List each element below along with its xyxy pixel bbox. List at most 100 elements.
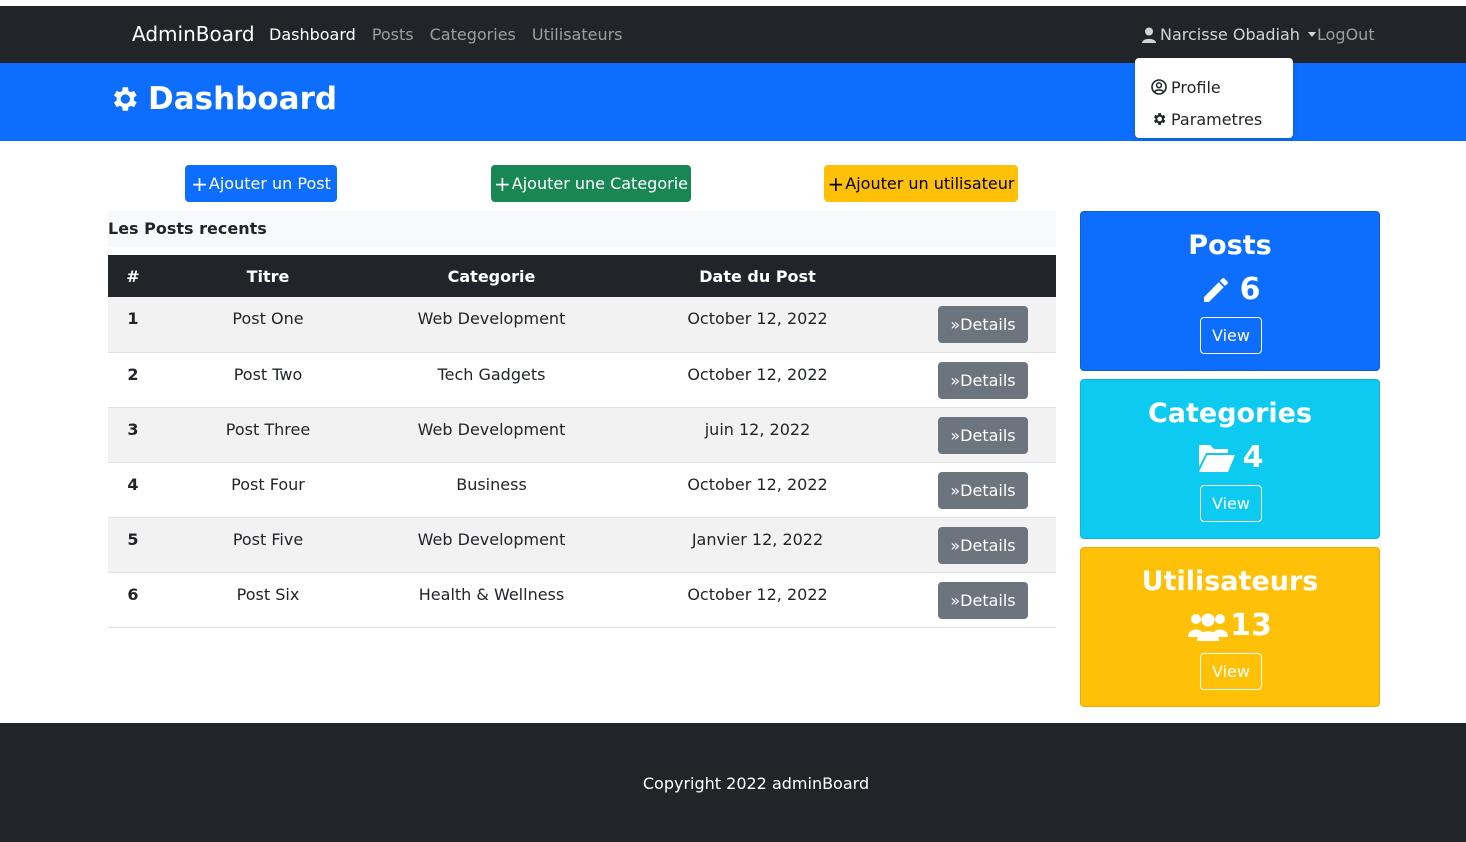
footer-copyright: Copyright 2022 adminBoard bbox=[642, 774, 870, 793]
recent-posts-table: # Titre Categorie Date du Post 1 Post On… bbox=[108, 255, 1056, 628]
add-post-button[interactable]: + Ajouter un Post bbox=[185, 165, 337, 202]
row-category: Web Development bbox=[378, 407, 605, 463]
row-category: Business bbox=[378, 462, 605, 518]
table-row: 6 Post Six Health & Wellness October 12,… bbox=[108, 572, 1056, 628]
dropdown-item-label: Profile bbox=[1171, 77, 1221, 97]
posts-view-button[interactable]: View bbox=[1200, 317, 1262, 354]
details-label: Details bbox=[960, 480, 1016, 500]
row-title: Post Two bbox=[158, 352, 378, 408]
plus-icon: + bbox=[827, 171, 845, 196]
row-date: Janvier 12, 2022 bbox=[605, 517, 910, 573]
double-chevron-right-icon: » bbox=[950, 535, 961, 555]
logout-link[interactable]: LogOut bbox=[1317, 25, 1375, 44]
users-icon bbox=[1188, 613, 1229, 641]
details-label: Details bbox=[960, 315, 1016, 334]
user-dropdown-menu: Profile Parametres bbox=[1135, 58, 1293, 138]
navbar: AdminBoard Dashboard Posts Categories Ut… bbox=[0, 6, 1466, 63]
posts-card-stat: 6 bbox=[1081, 272, 1379, 307]
details-button[interactable]: » Details bbox=[938, 526, 1028, 564]
posts-card: Posts 6 View bbox=[1080, 211, 1380, 371]
posts-count: 6 bbox=[1239, 272, 1261, 307]
row-num: 2 bbox=[108, 352, 158, 408]
table-header-row: # Titre Categorie Date du Post bbox=[108, 255, 1056, 297]
recent-posts-heading: Les Posts recents bbox=[108, 211, 1056, 247]
recent-posts-title: Les Posts recents bbox=[108, 219, 267, 238]
nav-link-dashboard[interactable]: Dashboard bbox=[269, 25, 356, 44]
row-actions: » Details bbox=[910, 462, 1056, 518]
double-chevron-right-icon: » bbox=[950, 590, 961, 610]
row-title: Post One bbox=[158, 297, 378, 353]
row-num: 1 bbox=[108, 297, 158, 353]
details-button[interactable]: » Details bbox=[938, 581, 1028, 619]
row-actions: » Details bbox=[910, 297, 1056, 353]
add-user-label: Ajouter un utilisateur bbox=[845, 174, 1015, 193]
row-category: Web Development bbox=[378, 297, 605, 353]
table-row: 1 Post One Web Development October 12, 2… bbox=[108, 297, 1056, 353]
row-category: Health & Wellness bbox=[378, 572, 605, 628]
row-title: Post Four bbox=[158, 462, 378, 518]
row-date: juin 12, 2022 bbox=[605, 407, 910, 463]
categories-view-button[interactable]: View bbox=[1200, 485, 1262, 522]
table-row: 5 Post Five Web Development Janvier 12, … bbox=[108, 517, 1056, 573]
details-label: Details bbox=[960, 590, 1016, 610]
users-card-stat: 13 bbox=[1081, 608, 1379, 643]
row-actions: » Details bbox=[910, 572, 1056, 628]
row-date: October 12, 2022 bbox=[605, 462, 910, 518]
pencil-icon bbox=[1203, 277, 1228, 302]
dropdown-item-profile[interactable]: Profile bbox=[1135, 71, 1293, 103]
plus-icon: + bbox=[494, 171, 511, 196]
gear-icon bbox=[1154, 113, 1166, 125]
col-header-titre: Titre bbox=[158, 255, 378, 297]
users-card-title: Utilisateurs bbox=[1141, 566, 1319, 597]
row-title: Post Three bbox=[158, 407, 378, 463]
row-title: Post Six bbox=[158, 572, 378, 628]
col-header-categorie: Categorie bbox=[378, 255, 605, 297]
nav-link-posts[interactable]: Posts bbox=[372, 25, 414, 44]
details-button[interactable]: » Details bbox=[938, 416, 1028, 454]
details-label: Details bbox=[960, 370, 1016, 390]
add-category-button[interactable]: + Ajouter une Categorie bbox=[491, 165, 691, 202]
footer: Copyright 2022 adminBoard bbox=[0, 723, 1466, 842]
table-row: 2 Post Two Tech Gadgets October 12, 2022… bbox=[108, 352, 1056, 408]
users-card: Utilisateurs 13 View bbox=[1080, 547, 1380, 707]
nav-link-categories[interactable]: Categories bbox=[430, 25, 516, 44]
row-actions: » Details bbox=[910, 407, 1056, 463]
row-category: Tech Gadgets bbox=[378, 352, 605, 408]
row-num: 5 bbox=[108, 517, 158, 573]
details-button[interactable]: » Details bbox=[938, 471, 1028, 509]
categories-card-title: Categories bbox=[1147, 398, 1313, 429]
page-title: Dashboard bbox=[108, 81, 337, 117]
folder-open-icon bbox=[1198, 444, 1235, 472]
user-circle-icon bbox=[1151, 79, 1167, 95]
row-date: October 12, 2022 bbox=[605, 352, 910, 408]
nav-link-utilisateurs[interactable]: Utilisateurs bbox=[532, 25, 623, 44]
details-label: Details bbox=[960, 535, 1016, 555]
add-user-button[interactable]: + Ajouter un utilisateur bbox=[824, 165, 1018, 202]
row-actions: » Details bbox=[910, 352, 1056, 408]
user-icon bbox=[1142, 27, 1156, 43]
add-post-label: Ajouter un Post bbox=[208, 174, 331, 193]
user-menu-toggle[interactable]: Narcisse Obadiah bbox=[1142, 25, 1316, 44]
page-title-text: Dashboard bbox=[148, 81, 338, 117]
caret-down-icon bbox=[1307, 32, 1316, 37]
users-count: 13 bbox=[1230, 608, 1272, 643]
brand-link[interactable]: AdminBoard bbox=[132, 22, 255, 46]
row-actions: » Details bbox=[910, 517, 1056, 573]
users-view-button[interactable]: View bbox=[1200, 653, 1262, 690]
dropdown-item-parametres[interactable]: Parametres bbox=[1135, 103, 1293, 135]
double-chevron-right-icon: » bbox=[950, 480, 961, 500]
row-num: 4 bbox=[108, 462, 158, 518]
col-header-date: Date du Post bbox=[605, 255, 910, 297]
double-chevron-right-icon: » bbox=[950, 370, 961, 390]
double-chevron-right-icon: » bbox=[950, 315, 961, 334]
table-row: 3 Post Three Web Development juin 12, 20… bbox=[108, 407, 1056, 463]
categories-card-stat: 4 bbox=[1081, 440, 1379, 475]
double-chevron-right-icon: » bbox=[950, 425, 961, 445]
row-date: October 12, 2022 bbox=[605, 297, 910, 353]
details-button[interactable]: » Details bbox=[938, 306, 1028, 343]
gear-icon bbox=[114, 87, 137, 111]
row-title: Post Five bbox=[158, 517, 378, 573]
details-button[interactable]: » Details bbox=[938, 361, 1028, 399]
row-num: 3 bbox=[108, 407, 158, 463]
col-header-num: # bbox=[108, 255, 158, 297]
